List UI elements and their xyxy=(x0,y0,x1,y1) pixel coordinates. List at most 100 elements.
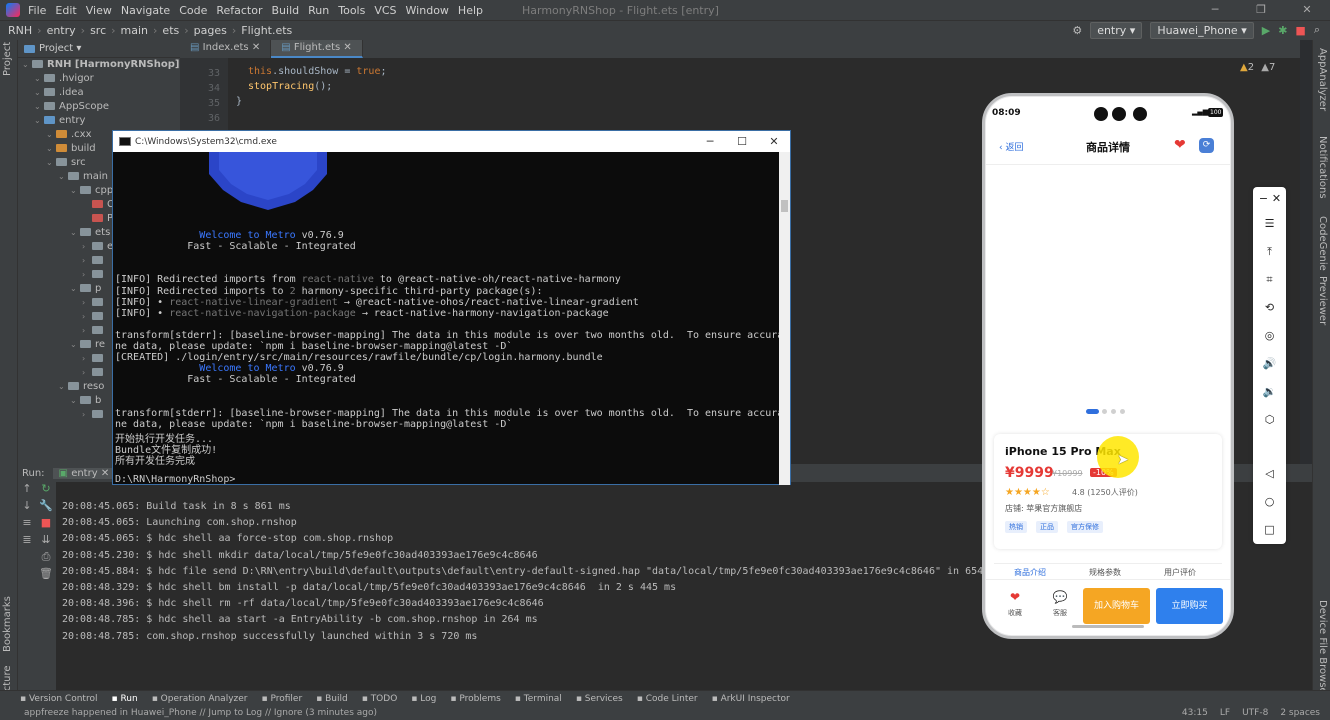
chevron-icon[interactable]: ⌄ xyxy=(34,72,44,86)
cmd-window[interactable]: C:\Windows\System32\cmd.exe ─ ☐ ✕ Welcom… xyxy=(112,130,791,485)
chevron-icon[interactable]: ⌄ xyxy=(46,142,56,156)
debug-icon[interactable]: ✱ xyxy=(1278,24,1287,37)
nav-recent-icon[interactable]: □ xyxy=(1253,523,1286,536)
breadcrumb-item[interactable]: Flight.ets xyxy=(241,24,292,37)
chevron-icon[interactable]: › xyxy=(82,408,92,422)
breadcrumb-item[interactable]: entry xyxy=(47,24,76,37)
cmd-minimize-button[interactable]: ─ xyxy=(694,131,726,152)
stop-icon[interactable]: ■ xyxy=(36,516,56,533)
volume-down-icon[interactable]: 🔉 xyxy=(1253,385,1286,398)
rotate-icon[interactable]: ⟲ xyxy=(1253,301,1286,314)
inspection-widget[interactable]: ▲2 ▲7 xyxy=(1240,62,1275,73)
screenshot-icon[interactable]: ◎ xyxy=(1253,329,1286,342)
tab-appanalyzer[interactable]: AppAnalyzer xyxy=(1317,48,1328,111)
image-carousel[interactable] xyxy=(986,165,1230,427)
stop-icon[interactable]: ■ xyxy=(1295,24,1305,37)
wrap-icon[interactable]: ≡ xyxy=(18,516,36,533)
up-icon[interactable]: ↑ xyxy=(18,482,36,499)
maximize-button[interactable]: ❐ xyxy=(1238,0,1284,20)
favorite-icon[interactable]: ❤ xyxy=(1000,590,1030,604)
chevron-icon[interactable]: › xyxy=(82,310,92,324)
device-select[interactable]: Huawei_Phone ▾ xyxy=(1150,21,1254,39)
tab-previewer[interactable]: Previewer xyxy=(1317,276,1328,325)
carousel-dot[interactable] xyxy=(1111,409,1116,414)
tree-item[interactable]: ⌄ .idea xyxy=(18,86,180,100)
close-button[interactable]: ✕ xyxy=(1284,0,1330,20)
bottom-tab-profiler[interactable]: ▪ Profiler xyxy=(262,694,303,704)
chevron-icon[interactable]: › xyxy=(82,366,92,380)
breadcrumb-item[interactable]: ets xyxy=(162,24,179,37)
emu-close-button[interactable]: ✕ xyxy=(1260,192,1293,205)
phone-screen[interactable]: 08:09 ▂▄▆ 100 ‹ 返回 商品详情 ❤ ⟳ iPhone 15 Pr… xyxy=(986,97,1230,635)
menu-item-vcs[interactable]: VCS xyxy=(374,4,396,17)
carousel-dot[interactable] xyxy=(1086,409,1099,414)
trash-icon[interactable]: 🗑 xyxy=(36,567,56,584)
chevron-icon[interactable]: ⌄ xyxy=(34,100,44,114)
project-title[interactable]: Project xyxy=(39,43,73,54)
tree-item[interactable]: ⌄ .hvigor xyxy=(18,72,180,86)
bottom-tab-version-control[interactable]: ▪ Version Control xyxy=(20,694,97,704)
filter-icon[interactable]: ≣ xyxy=(18,533,36,550)
volume-up-icon[interactable]: 🔊 xyxy=(1253,357,1286,370)
bottom-tab-operation-analyzer[interactable]: ▪ Operation Analyzer xyxy=(152,694,248,704)
search-icon[interactable]: ⌕ xyxy=(1314,23,1320,37)
breadcrumb-item[interactable]: src xyxy=(90,24,106,37)
editor-tab[interactable]: ▤ Flight.ets ✕ xyxy=(271,40,363,58)
product-tab[interactable]: 商品介绍 xyxy=(1014,567,1046,578)
tab-device-file-browser[interactable]: Device File Browser xyxy=(1317,600,1328,698)
chevron-icon[interactable]: ⌄ xyxy=(58,170,68,184)
tab-notifications[interactable]: Notifications xyxy=(1317,136,1328,199)
store-name[interactable]: 店铺: 苹果官方旗舰店 xyxy=(1005,503,1082,514)
wrench-icon[interactable]: 🔧 xyxy=(36,499,56,516)
chat-icon[interactable]: 💬 xyxy=(1045,590,1075,604)
product-tab[interactable]: 规格参数 xyxy=(1089,567,1121,578)
status-message[interactable]: appfreeze happened in Huawei_Phone // Ju… xyxy=(24,708,377,718)
bottom-tab-services[interactable]: ▪ Services xyxy=(576,694,623,704)
chevron-icon[interactable]: ⌄ xyxy=(46,128,56,142)
chevron-icon[interactable]: ⌄ xyxy=(70,394,80,408)
breadcrumb-item[interactable]: RNH xyxy=(8,24,32,37)
minimize-button[interactable]: ─ xyxy=(1192,0,1238,20)
menu-item-run[interactable]: Run xyxy=(308,4,329,17)
status-item[interactable]: UTF-8 xyxy=(1242,708,1268,718)
refresh-icon[interactable]: ⟳ xyxy=(1199,138,1214,153)
menu-item-help[interactable]: Help xyxy=(458,4,483,17)
bottom-tab-terminal[interactable]: ▪ Terminal xyxy=(515,694,562,704)
menu-icon[interactable]: ☰ xyxy=(1253,217,1286,230)
carousel-dot[interactable] xyxy=(1120,409,1125,414)
run-config-tab[interactable]: ▣ entry ✕ xyxy=(52,467,116,479)
tab-project[interactable]: Project xyxy=(2,42,13,76)
chevron-icon[interactable]: › xyxy=(82,240,92,254)
breadcrumb-item[interactable]: main xyxy=(121,24,148,37)
cmd-close-button[interactable]: ✕ xyxy=(758,131,790,152)
chevron-icon[interactable]: ⌄ xyxy=(34,114,44,128)
carousel-dot[interactable] xyxy=(1102,409,1107,414)
bottom-tab-code-linter[interactable]: ▪ Code Linter xyxy=(637,694,698,704)
add-to-cart-button[interactable]: 加入购物车 xyxy=(1083,588,1150,624)
crop-icon[interactable]: ⌗ xyxy=(1253,273,1286,287)
bottom-tab-log[interactable]: ▪ Log xyxy=(411,694,436,704)
chevron-icon[interactable]: ⌄ xyxy=(70,226,80,240)
product-tab[interactable]: 用户评价 xyxy=(1164,567,1196,578)
bottom-tab-arkui-inspector[interactable]: ▪ ArkUI Inspector xyxy=(712,694,790,704)
tab-bookmarks[interactable]: Bookmarks xyxy=(2,596,13,652)
menu-item-file[interactable]: File xyxy=(28,4,46,17)
chevron-icon[interactable]: ⌄ xyxy=(70,338,80,352)
tree-item[interactable]: ⌄RNH [HarmonyRNShop] D:\RN xyxy=(18,58,180,72)
menu-item-edit[interactable]: Edit xyxy=(55,4,76,17)
bottom-tab-build[interactable]: ▪ Build xyxy=(316,694,348,704)
run-icon[interactable]: ▶ xyxy=(1262,24,1270,37)
menu-item-refactor[interactable]: Refactor xyxy=(216,4,262,17)
status-item[interactable]: 43:15 xyxy=(1182,708,1208,718)
chevron-icon[interactable]: › xyxy=(82,324,92,338)
chevron-icon[interactable]: ⌄ xyxy=(70,184,80,198)
heart-icon[interactable]: ❤ xyxy=(1174,137,1186,153)
chevron-icon[interactable]: ⌄ xyxy=(58,380,68,394)
pin-top-icon[interactable]: ⤒ xyxy=(1253,245,1286,259)
chevron-icon[interactable]: ⌄ xyxy=(70,282,80,296)
run-config-select[interactable]: entry ▾ xyxy=(1090,21,1143,39)
tree-item[interactable]: ⌄ entry xyxy=(18,114,180,128)
down-icon[interactable]: ↓ xyxy=(18,499,36,516)
chevron-icon[interactable]: › xyxy=(82,254,92,268)
tree-item[interactable]: ⌄ AppScope xyxy=(18,100,180,114)
